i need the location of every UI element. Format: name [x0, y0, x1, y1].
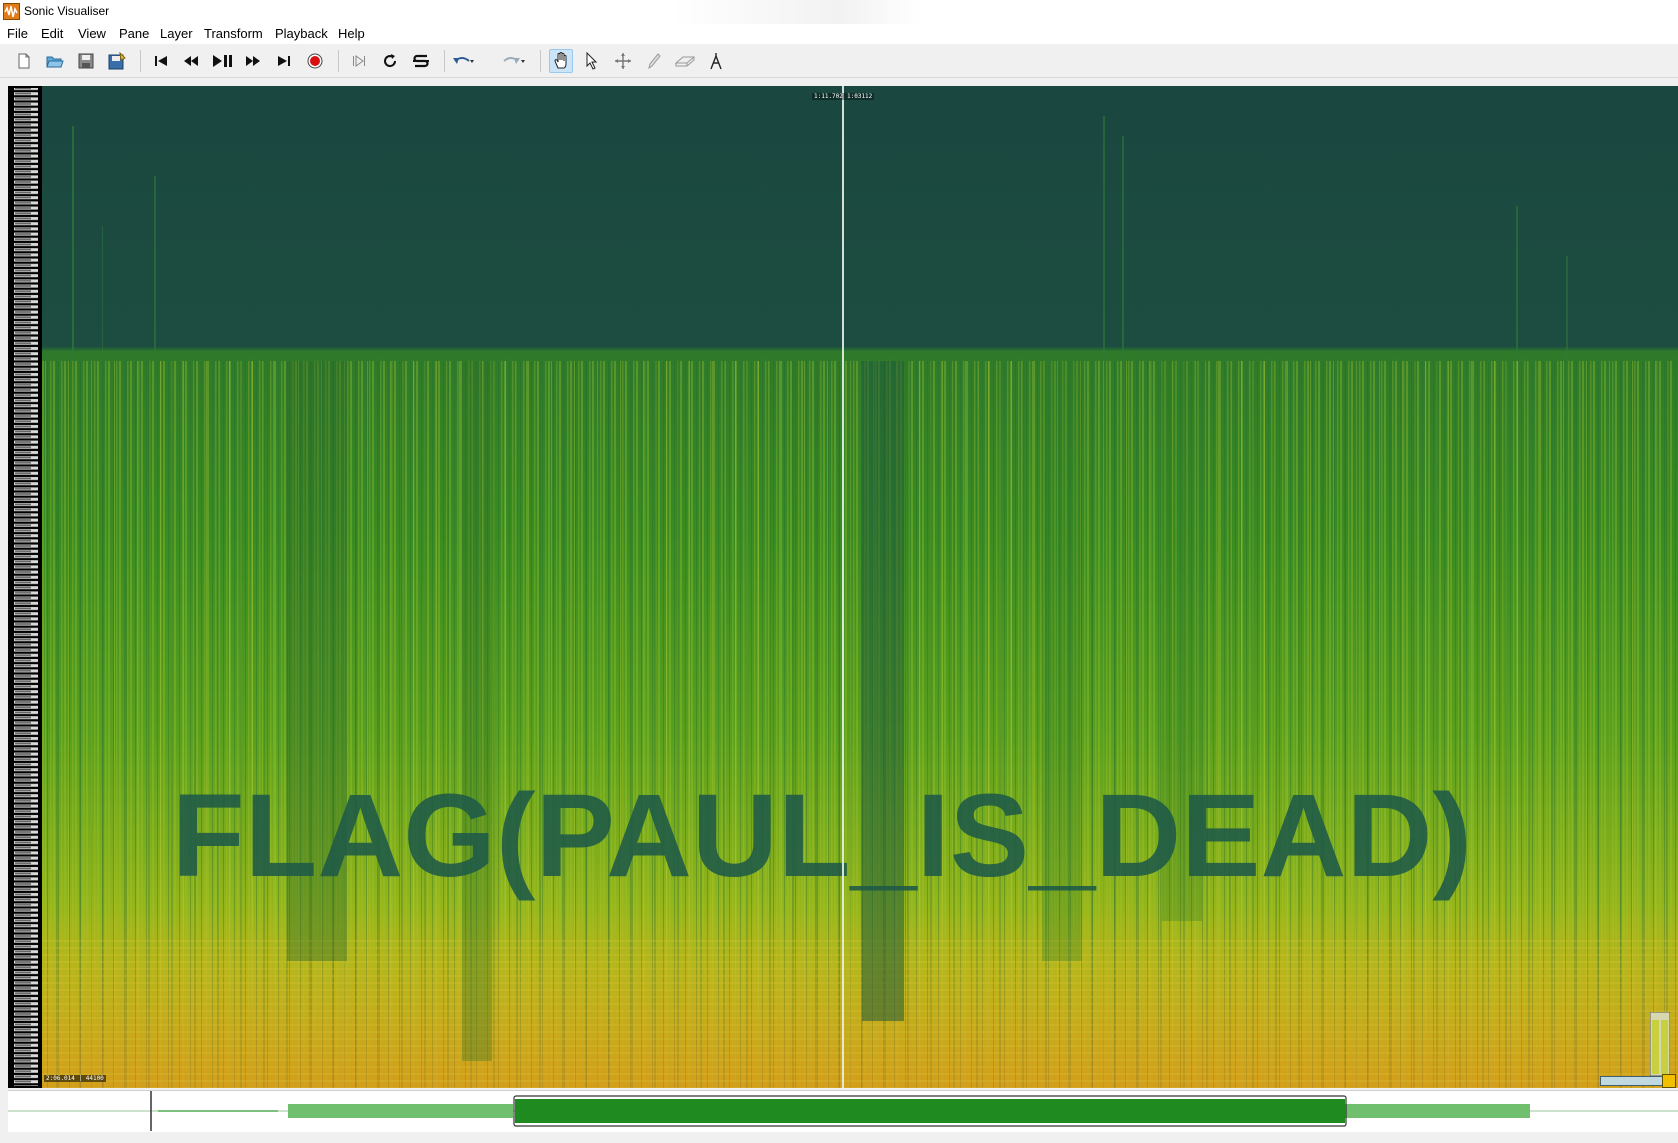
save-icon[interactable]: [74, 49, 98, 73]
erase-icon[interactable]: [673, 49, 697, 73]
main-toolbar: [0, 44, 1678, 78]
status-bar: [0, 1132, 1678, 1143]
hidden-message-text: FLAG(PAUL_IS_DEAD): [172, 770, 1472, 902]
time-label-right: 1:03112: [845, 93, 875, 100]
measure-icon[interactable]: [704, 49, 728, 73]
position-readout: 2:06.014 | 44100: [44, 1075, 106, 1082]
level-meter: [1649, 1011, 1671, 1077]
menu-pane[interactable]: Pane: [119, 26, 149, 41]
solo-icon[interactable]: [409, 49, 433, 73]
menu-layer[interactable]: Layer: [160, 26, 193, 41]
save-as-icon[interactable]: [105, 49, 129, 73]
new-document-icon[interactable]: [12, 49, 36, 73]
overview-waveform[interactable]: [8, 1090, 1678, 1132]
time-label-left: 1:11.702: [812, 93, 845, 100]
menu-view[interactable]: View: [78, 26, 106, 41]
play-pause-icon[interactable]: [210, 49, 234, 73]
move-cross-icon[interactable]: [611, 49, 635, 73]
loop-icon[interactable]: [378, 49, 402, 73]
spectrogram-view[interactable]: FLAG(PAUL_IS_DEAD): [42, 86, 1678, 1088]
undo-icon[interactable]: [451, 49, 475, 73]
title-bar: Sonic Visualiser: [0, 0, 1678, 24]
rewind-icon[interactable]: [179, 49, 203, 73]
fast-forward-to-end-icon[interactable]: [272, 49, 296, 73]
zoom-handle[interactable]: [1662, 1074, 1676, 1088]
menu-edit[interactable]: Edit: [41, 26, 63, 41]
navigate-hand-icon[interactable]: [549, 49, 573, 73]
record-icon[interactable]: [303, 49, 327, 73]
window-title: Sonic Visualiser: [24, 4, 110, 18]
menu-help[interactable]: Help: [338, 26, 365, 41]
menu-bar: File Edit View Pane Layer Transform Play…: [0, 24, 1678, 44]
play-selection-icon[interactable]: [347, 49, 371, 73]
draw-pencil-icon[interactable]: [642, 49, 666, 73]
frequency-scale: [8, 86, 42, 1088]
zoom-slider[interactable]: [1600, 1076, 1670, 1086]
playback-position-line[interactable]: [842, 86, 844, 1088]
menu-playback[interactable]: Playback: [275, 26, 328, 41]
redo-icon[interactable]: [502, 49, 526, 73]
sonic-visualiser-logo-icon: [3, 3, 20, 20]
menu-transform[interactable]: Transform: [204, 26, 263, 41]
rewind-to-start-icon[interactable]: [149, 49, 173, 73]
select-arrow-icon[interactable]: [580, 49, 604, 73]
open-folder-icon[interactable]: [43, 49, 67, 73]
menu-file[interactable]: File: [7, 26, 28, 41]
fast-forward-icon[interactable]: [241, 49, 265, 73]
